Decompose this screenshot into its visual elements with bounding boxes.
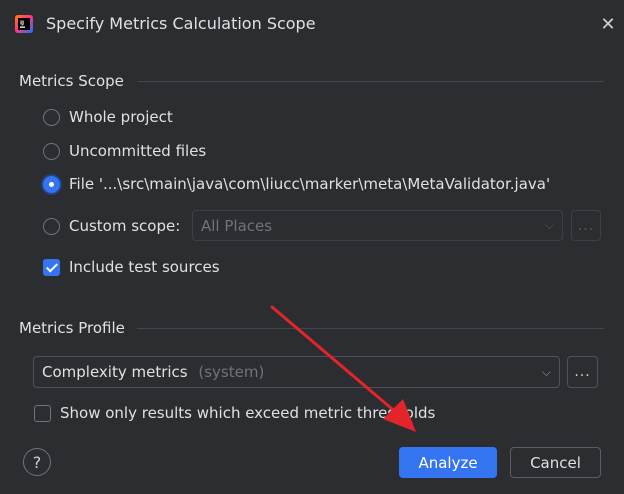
analyze-button[interactable]: Analyze [399,447,497,478]
help-button[interactable]: ? [23,448,51,476]
radio-label: Uncommitted files [69,142,207,160]
scope-separator [138,81,604,82]
intellij-app-icon: IJ [15,15,33,33]
window-title: Specify Metrics Calculation Scope [46,14,316,33]
close-icon[interactable]: ✕ [598,14,618,35]
checkbox-label: Include test sources [69,258,220,276]
radio-label: Whole project [69,108,173,126]
svg-text:IJ: IJ [20,21,24,27]
scope-option-uncommitted[interactable]: Uncommitted files [43,141,206,161]
scope-section-label: Metrics Scope [19,72,124,90]
custom-scope-value: All Places [201,216,273,235]
include-test-sources[interactable]: Include test sources [43,257,220,277]
profile-separator [137,328,604,329]
checkbox-label: Show only results which exceed metric th… [60,404,436,422]
exceed-thresholds-option[interactable]: Show only results which exceed metric th… [34,403,435,423]
profile-more-button[interactable]: ... [567,356,598,388]
radio-label: Custom scope: [69,217,181,235]
profile-tag: (system) [198,363,265,381]
custom-scope-dropdown[interactable]: All Places ⌵ [192,210,563,241]
cancel-button[interactable]: Cancel [510,447,601,478]
radio-file[interactable] [43,175,60,193]
custom-scope-more-button[interactable]: ... [571,210,601,241]
profile-dropdown[interactable]: Complexity metrics (system) ⌵ [33,356,560,388]
title-bar: IJ Specify Metrics Calculation Scope ✕ [0,0,624,50]
include-test-sources-checkbox[interactable] [43,258,60,276]
radio-custom-scope[interactable] [43,217,60,235]
chevron-down-icon: ⌵ [544,218,554,232]
radio-whole-project[interactable] [43,108,60,126]
radio-uncommitted-files[interactable] [43,142,60,160]
scope-option-whole-project[interactable]: Whole project [43,107,173,127]
profile-name: Complexity metrics [42,363,188,381]
exceed-thresholds-checkbox[interactable] [34,404,51,422]
profile-section-label: Metrics Profile [19,319,125,337]
scope-option-file[interactable]: File '...\src\main\java\com\liucc\marker… [43,174,550,194]
chevron-down-icon: ⌵ [541,364,551,379]
radio-label: File '...\src\main\java\com\liucc\marker… [69,175,551,193]
scope-option-custom[interactable]: Custom scope: [43,216,180,236]
